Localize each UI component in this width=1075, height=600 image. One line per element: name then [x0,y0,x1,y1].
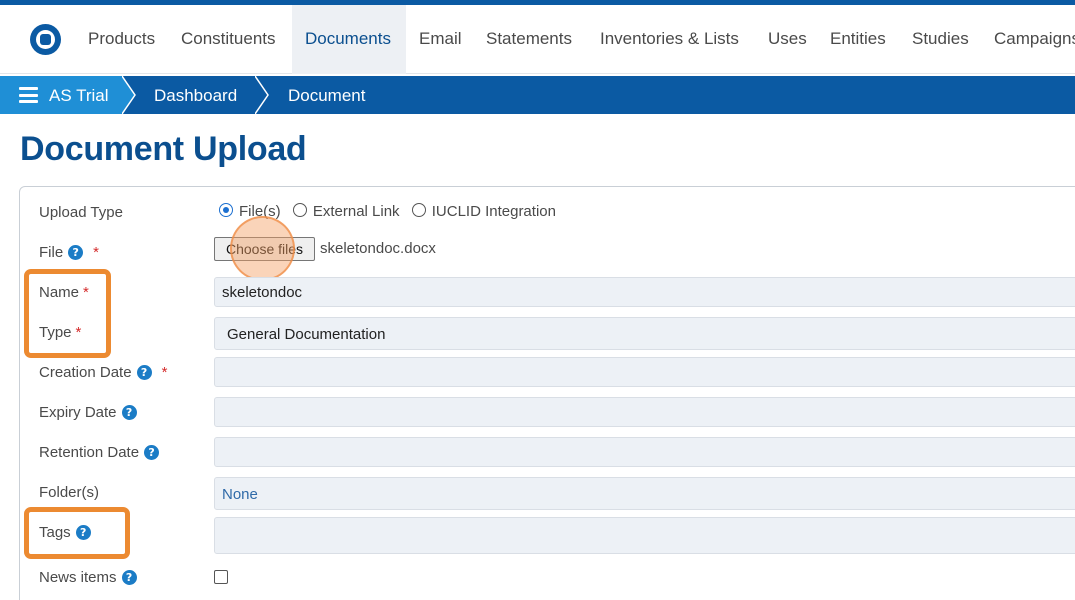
nav-item-email[interactable]: Email [419,5,462,74]
expiry-date-label-text: Expiry Date [39,404,117,421]
folders-select[interactable]: None [214,477,1075,510]
retention-date-label-text: Retention Date [39,444,140,461]
help-icon[interactable]: ? [121,405,137,420]
help-icon[interactable]: ? [136,365,152,380]
breadcrumb-item-as-trial[interactable]: AS Trial [49,76,109,114]
app-logo-icon[interactable] [30,24,61,55]
name-input[interactable]: skeletondoc [214,277,1075,307]
nav-item-studies[interactable]: Studies [912,5,969,74]
retention-date-label: Retention Date? [39,444,160,461]
nav-item-uses[interactable]: Uses [768,5,807,74]
nav-item-constituents[interactable]: Constituents [181,5,276,74]
highlight-name-type [24,269,111,358]
hamburger-menu-icon[interactable] [19,87,38,103]
nav-item-inventories-lists[interactable]: Inventories & Lists [600,5,739,74]
page-title: Document Upload [20,130,307,168]
breadcrumb-item-document: Document [288,86,366,105]
selected-filename: skeletondoc.docx [320,240,436,257]
creation-date-input[interactable] [214,357,1075,387]
breadcrumb-separator-icon [122,76,136,114]
breadcrumb-menu-toggle[interactable]: AS Trial [0,76,122,114]
file-label: File? * [39,244,99,261]
breadcrumb-separator-icon [255,76,269,114]
nav-item-entities[interactable]: Entities [830,5,886,74]
type-select[interactable]: General Documentation [214,317,1075,350]
top-navigation: Products Constituents Documents Email St… [0,5,1075,74]
nav-item-campaigns[interactable]: Campaigns [994,5,1075,74]
file-label-text: File [39,244,64,261]
radio-external-link-label[interactable]: External Link [313,203,400,220]
help-icon[interactable]: ? [144,445,160,460]
radio-iuclid-integration-label[interactable]: IUCLID Integration [432,203,556,220]
radio-files[interactable] [219,203,233,217]
nav-item-statements[interactable]: Statements [486,5,572,74]
nav-item-documents[interactable]: Documents [292,5,406,74]
folders-label: Folder(s) [39,484,100,501]
retention-date-input[interactable] [214,437,1075,467]
creation-date-label-text: Creation Date [39,364,132,381]
news-items-checkbox[interactable] [214,570,228,584]
news-items-label-text: News items [39,569,117,586]
required-marker: * [161,364,168,381]
breadcrumb-item-dashboard[interactable]: Dashboard [154,76,237,114]
upload-type-label: Upload Type [39,204,123,221]
expiry-date-input[interactable] [214,397,1075,427]
nav-item-products[interactable]: Products [88,5,155,74]
tags-input[interactable] [214,517,1075,554]
help-icon[interactable]: ? [68,245,84,260]
radio-external-link[interactable] [292,203,307,217]
breadcrumb: AS Trial Dashboard Document [0,76,1075,114]
required-marker: * [93,244,100,261]
radio-iuclid-integration[interactable] [411,203,426,217]
creation-date-label: Creation Date? * [39,364,167,381]
help-icon[interactable]: ? [121,570,137,585]
click-indicator [230,216,295,281]
expiry-date-label: Expiry Date? [39,404,137,421]
highlight-tags [24,507,130,559]
news-items-label: News items? [39,569,137,586]
